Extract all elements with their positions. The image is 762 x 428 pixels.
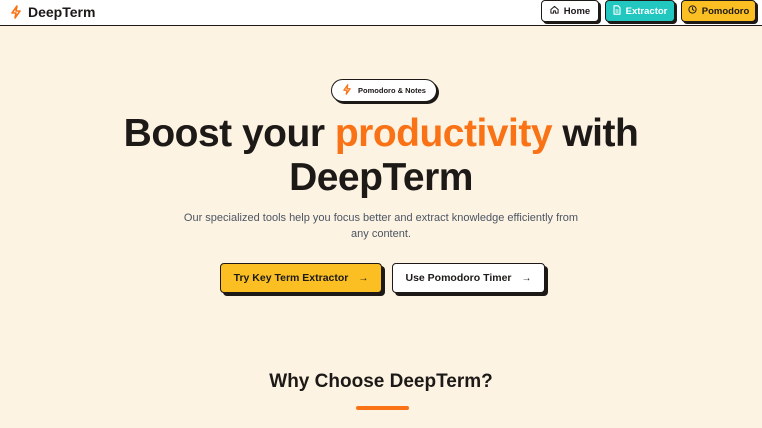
title-underline bbox=[356, 406, 409, 410]
use-pomodoro-button[interactable]: Use Pomodoro Timer → bbox=[392, 263, 545, 293]
arrow-right-icon: → bbox=[521, 272, 532, 284]
feature-badge: Pomodoro & Notes bbox=[331, 79, 437, 102]
brand-logo[interactable]: DeepTerm bbox=[10, 3, 95, 21]
headline-line2: DeepTerm bbox=[289, 156, 473, 199]
top-navbar: DeepTerm Home Extractor Pomodoro bbox=[0, 0, 762, 26]
lightning-bolt-icon bbox=[10, 5, 22, 19]
nav-home-label: Home bbox=[563, 5, 591, 17]
hero-subtext: Our specialized tools help you focus bet… bbox=[183, 212, 579, 240]
nav-pomodoro-button[interactable]: Pomodoro bbox=[681, 0, 756, 22]
arrow-right-icon: → bbox=[358, 272, 369, 284]
use-pomodoro-label: Use Pomodoro Timer bbox=[405, 272, 512, 284]
nav-home-button[interactable]: Home bbox=[541, 0, 599, 22]
lightning-bolt-icon bbox=[342, 84, 352, 97]
nav-pomodoro-label: Pomodoro bbox=[701, 5, 750, 17]
headline-highlight: productivity bbox=[334, 112, 553, 155]
nav-extractor-button[interactable]: Extractor bbox=[605, 0, 675, 22]
clock-icon bbox=[688, 5, 697, 17]
house-icon bbox=[550, 5, 559, 17]
try-extractor-button[interactable]: Try Key Term Extractor → bbox=[220, 263, 382, 293]
nav-extractor-label: Extractor bbox=[625, 5, 668, 17]
try-extractor-label: Try Key Term Extractor bbox=[233, 272, 349, 284]
why-choose-title: Why Choose DeepTerm? bbox=[269, 371, 493, 392]
hero-headline: Boost your productivity with DeepTerm bbox=[0, 112, 762, 200]
headline-part1: Boost your bbox=[123, 112, 335, 155]
brand-name: DeepTerm bbox=[28, 4, 96, 20]
headline-part2: with bbox=[552, 112, 639, 155]
feature-badge-label: Pomodoro & Notes bbox=[358, 86, 426, 95]
document-icon bbox=[613, 4, 621, 18]
